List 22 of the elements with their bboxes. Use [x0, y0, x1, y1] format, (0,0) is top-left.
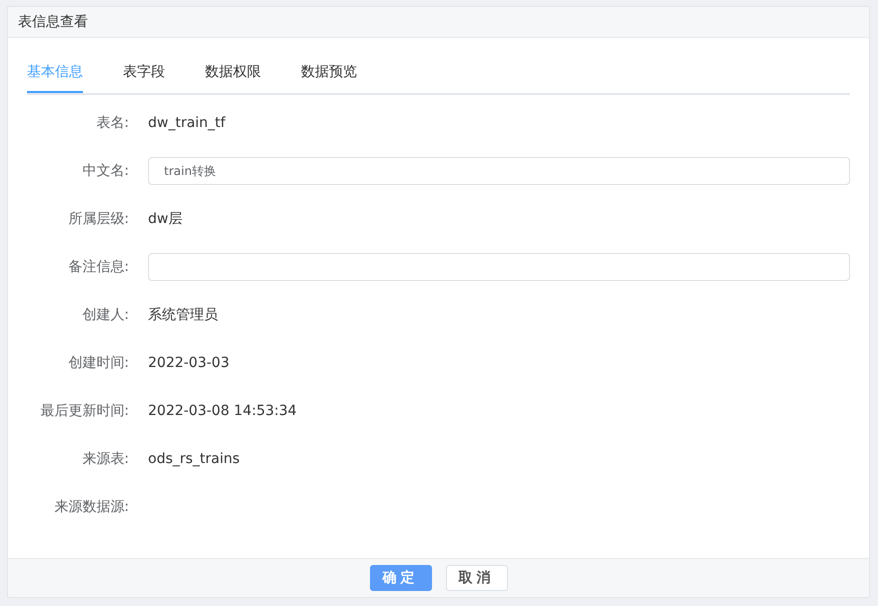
field-label: 备注信息: — [67, 258, 129, 276]
field-label: 来源数据源: — [53, 498, 129, 516]
field-label: 最后更新时间: — [39, 402, 129, 420]
field-label: 表名: — [95, 114, 129, 132]
field-value: 2022-03-03 — [148, 355, 230, 371]
field-value: 2022-03-08 14:53:34 — [148, 403, 297, 419]
tab[interactable]: 表字段 — [123, 58, 165, 93]
field-label: 来源表: — [81, 450, 129, 468]
input-field[interactable]: train转换 — [148, 157, 850, 185]
cancel-button[interactable]: 取消 — [446, 565, 508, 591]
field-label: 创建时间: — [67, 354, 129, 372]
tab[interactable]: 数据预览 — [301, 58, 357, 93]
field-label: 创建人: — [81, 306, 129, 324]
field-value: ods_rs_trains — [148, 451, 240, 467]
field-value: dw_train_tf — [148, 115, 226, 131]
field-value: 系统管理员 — [148, 306, 218, 324]
field-label: 中文名: — [81, 162, 129, 180]
input-field[interactable] — [148, 253, 850, 281]
field-value: dw层 — [148, 210, 182, 228]
field-label: 所属层级: — [67, 210, 129, 228]
dialog-title: 表信息查看 — [18, 13, 88, 31]
tab[interactable]: 数据权限 — [205, 58, 261, 93]
